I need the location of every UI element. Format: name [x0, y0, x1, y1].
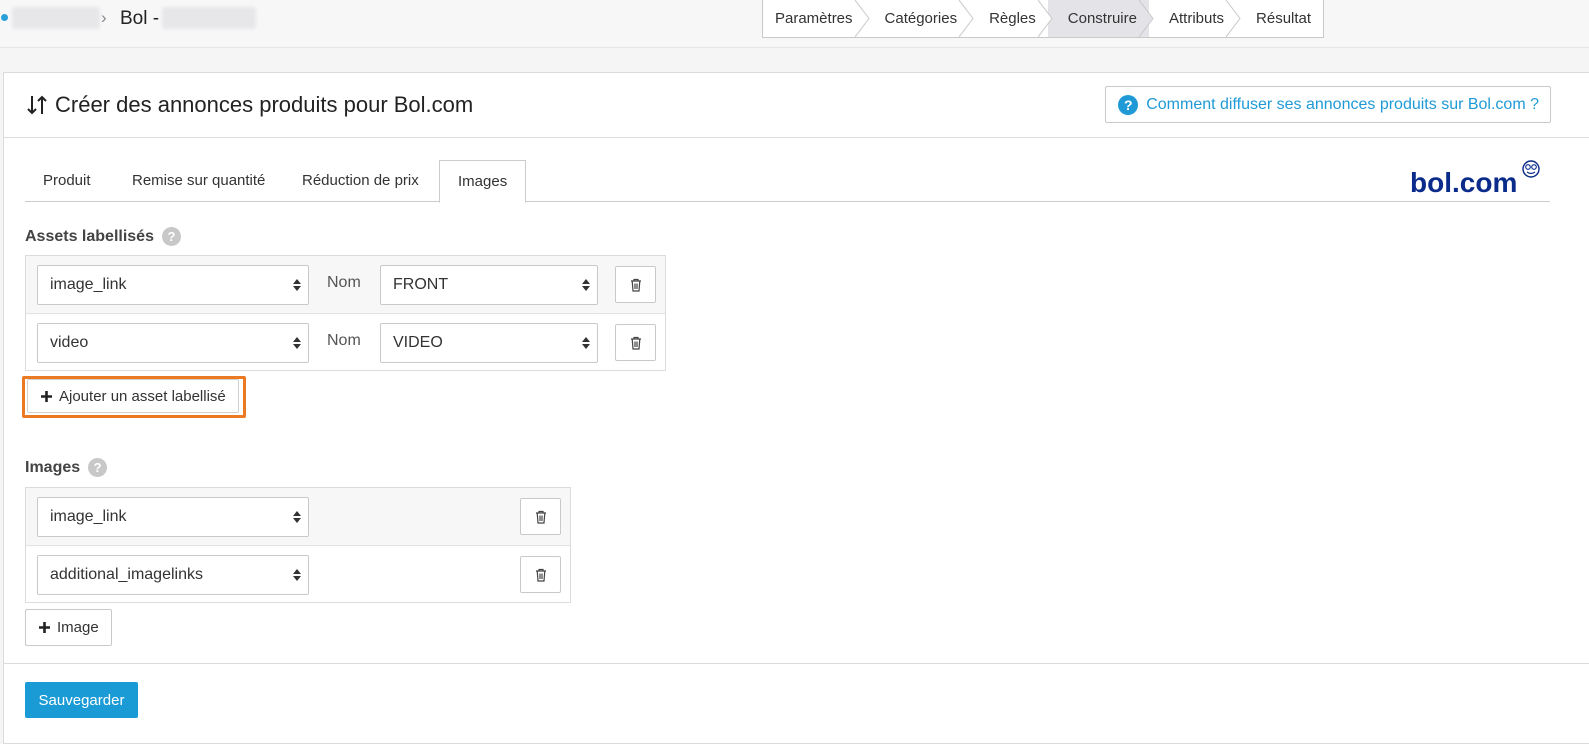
trash-icon [535, 510, 546, 524]
labelled-assets-heading: Assets labellisés ? [25, 227, 181, 246]
highlight-annotation [22, 376, 246, 418]
step-chevron-icon [1138, 0, 1154, 37]
step-label: Catégories [884, 10, 958, 27]
asset-field-select[interactable]: image_link [37, 265, 309, 305]
name-label: Nom [327, 332, 361, 349]
tab-reduction-prix[interactable]: Réduction de prix [284, 160, 437, 202]
step-chevron-icon [854, 0, 870, 37]
section-title: Images [25, 458, 81, 476]
table-row: image_link [26, 488, 570, 545]
step-parametres[interactable]: Paramètres [763, 0, 870, 37]
redacted-breadcrumb [12, 7, 100, 29]
bol-com-logo: bol.com [1410, 160, 1540, 198]
status-dot [1, 14, 8, 21]
images-table: image_link additional_imagelinks [25, 487, 571, 603]
wizard-steps: Paramètres Catégories Règles Construire … [762, 0, 1325, 38]
select-value: additional_imagelinks [50, 566, 203, 583]
step-resultat[interactable]: Résultat [1236, 0, 1323, 37]
delete-image-button[interactable] [520, 556, 561, 593]
step-label: Construire [1067, 10, 1137, 27]
section-title: Assets labellisés [25, 227, 154, 245]
step-label: Règles [989, 10, 1036, 27]
tab-bar: Produit Remise sur quantité Réduction de… [25, 160, 1550, 203]
button-label: Sauvegarder [38, 691, 125, 709]
select-value: VIDEO [393, 334, 443, 351]
plus-icon [39, 622, 50, 633]
delete-asset-button[interactable] [615, 266, 656, 303]
breadcrumb-title: Bol - [120, 8, 160, 29]
table-row: video Nom VIDEO [26, 313, 665, 370]
logo-text: bol.com [1410, 167, 1517, 198]
select-value: image_link [50, 276, 127, 293]
help-link-button[interactable]: ? Comment diffuser ses annonces produits… [1105, 86, 1551, 123]
tab-produit[interactable]: Produit [25, 160, 109, 202]
trash-icon [630, 336, 641, 350]
footer-divider [4, 663, 1589, 664]
select-arrows-icon [293, 569, 301, 581]
step-label: Attributs [1168, 10, 1225, 27]
tab-label: Réduction de prix [302, 172, 419, 189]
step-chevron-icon [1037, 0, 1053, 37]
tab-label: Remise sur quantité [132, 172, 266, 189]
step-label: Paramètres [775, 10, 853, 27]
select-arrows-icon [293, 337, 301, 349]
card-header: Créer des annonces produits pour Bol.com… [4, 73, 1589, 138]
step-construire[interactable]: Construire [1047, 0, 1154, 37]
asset-name-select[interactable]: FRONT [380, 265, 598, 305]
table-row: additional_imagelinks [26, 545, 570, 602]
asset-name-select[interactable]: VIDEO [380, 323, 598, 363]
asset-field-select[interactable]: video [37, 323, 309, 363]
select-arrows-icon [582, 279, 590, 291]
help-question-icon[interactable]: ? [161, 227, 181, 246]
step-attributs[interactable]: Attributs [1149, 0, 1241, 37]
page-title-text: Créer des annonces produits pour Bol.com [55, 92, 474, 117]
button-label: Image [57, 619, 99, 636]
select-value: video [50, 334, 89, 351]
step-categories[interactable]: Catégories [865, 0, 974, 37]
redacted-title [162, 7, 256, 29]
step-regles[interactable]: Règles [969, 0, 1053, 37]
labelled-assets-table: image_link Nom FRONT video Nom VIDEO [25, 255, 666, 371]
trash-icon [535, 568, 546, 582]
tab-label: Produit [43, 172, 91, 189]
select-arrows-icon [582, 337, 590, 349]
step-chevron-icon [1226, 0, 1241, 37]
add-image-button[interactable]: Image [25, 609, 112, 646]
question-circle-icon: ? [1118, 94, 1139, 115]
help-question-icon[interactable]: ? [88, 458, 108, 477]
select-value: image_link [50, 508, 127, 525]
delete-asset-button[interactable] [615, 324, 656, 361]
image-field-select[interactable]: image_link [37, 497, 309, 537]
save-button[interactable]: Sauvegarder [25, 682, 138, 718]
help-link-label: Comment diffuser ses annonces produits s… [1146, 95, 1539, 113]
delete-image-button[interactable] [520, 498, 561, 535]
step-label: Résultat [1256, 10, 1312, 27]
images-heading: Images ? [25, 458, 108, 477]
top-bar: › Bol - Paramètres Catégories Règles Con… [0, 0, 1589, 48]
step-chevron-icon [959, 0, 974, 37]
table-row: image_link Nom FRONT [26, 256, 665, 313]
sort-arrows-icon [27, 95, 47, 115]
tab-remise-quantite[interactable]: Remise sur quantité [114, 160, 283, 202]
breadcrumb-separator: › [101, 8, 107, 27]
select-arrows-icon [293, 511, 301, 523]
tab-images[interactable]: Images [439, 160, 527, 203]
select-value: FRONT [393, 276, 449, 293]
select-arrows-icon [293, 279, 301, 291]
image-field-select[interactable]: additional_imagelinks [37, 555, 309, 595]
page-title: Créer des annonces produits pour Bol.com [25, 92, 473, 118]
name-label: Nom [327, 274, 361, 291]
tab-label: Images [458, 173, 508, 190]
trash-icon [630, 278, 641, 292]
